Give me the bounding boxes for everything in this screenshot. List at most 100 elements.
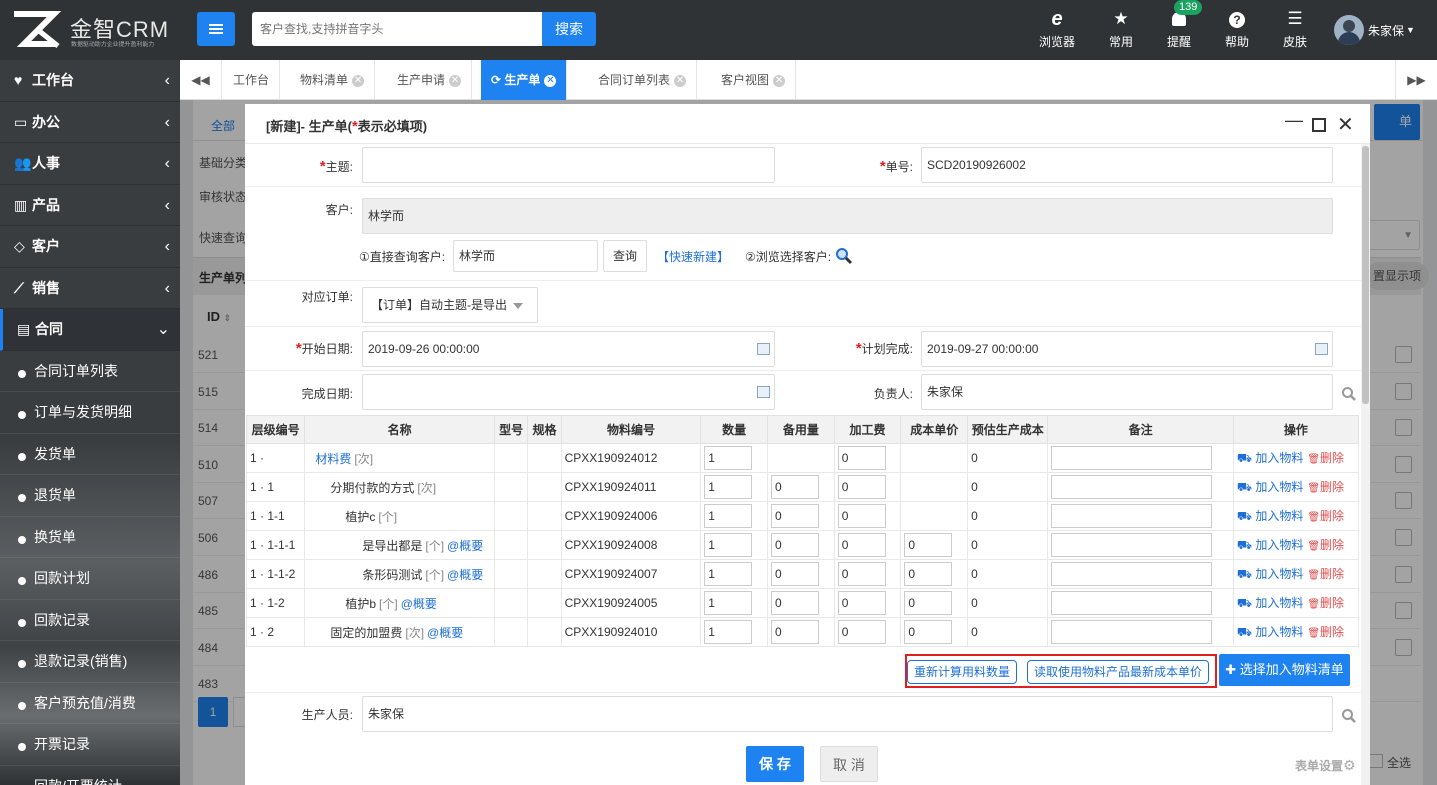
qty-input[interactable]: 1 [704, 475, 753, 499]
recalculate-button[interactable]: 重新计算用料数量 [907, 660, 1018, 684]
spare-input[interactable]: 0 [770, 620, 819, 644]
save-button[interactable]: 保 存 [746, 746, 804, 782]
cost-input[interactable]: 0 [904, 533, 953, 557]
add-material-link[interactable]: ⛟ 加入物料 [1237, 625, 1303, 639]
direct-query-input[interactable]: 林学而 [453, 240, 598, 272]
query-button[interactable]: 查询 [603, 240, 648, 272]
tool-skin[interactable]: ☰ 皮肤 [1270, 8, 1320, 52]
menu-toggle-button[interactable] [197, 12, 235, 46]
summary-link[interactable]: @概要 [447, 568, 483, 582]
summary-link[interactable]: @概要 [447, 539, 483, 553]
search-icon[interactable] [1341, 708, 1357, 724]
spare-input[interactable]: 0 [770, 504, 819, 528]
customer-input[interactable]: 林学而 [362, 198, 1333, 234]
fee-input[interactable]: 0 [837, 504, 886, 528]
sidebar-subitem[interactable]: 客户预充值/消费 [0, 683, 180, 724]
producer-input[interactable]: 朱家保 [362, 696, 1333, 732]
delete-link[interactable]: 🗑删除 [1307, 538, 1344, 552]
search-icon[interactable] [835, 247, 853, 265]
plan-finish-input[interactable]: 2019-09-27 00:00:00 [921, 331, 1333, 367]
calendar-icon[interactable] [1315, 343, 1328, 355]
owner-input[interactable]: 朱家保 [921, 374, 1333, 410]
cancel-button[interactable]: 取 消 [820, 746, 878, 782]
qty-input[interactable]: 1 [704, 562, 753, 586]
sidebar-subitem[interactable]: 退货单 [0, 475, 180, 517]
remark-input[interactable] [1051, 475, 1213, 499]
qty-input[interactable]: 1 [704, 446, 753, 470]
tab-2[interactable]: 物料清单 ✕ [290, 60, 376, 100]
close-icon[interactable]: ✕ [449, 74, 462, 87]
close-icon[interactable]: ✕ [352, 74, 365, 87]
spare-input[interactable]: 0 [770, 591, 819, 615]
remark-input[interactable] [1051, 533, 1213, 557]
sidebar-subitem[interactable]: 回款记录 [0, 600, 180, 641]
start-date-input[interactable]: 2019-09-26 00:00:00 [362, 331, 775, 367]
delete-link[interactable]: 🗑删除 [1307, 451, 1344, 465]
customer-search-input[interactable] [252, 12, 542, 46]
sidebar-item-1[interactable]: ♥ 工作台 ‹ [0, 60, 180, 102]
tab-4[interactable]: ⟳ 生产单 ✕ [481, 60, 568, 100]
search-button[interactable]: 搜索 [542, 12, 596, 46]
cost-input[interactable]: 0 [904, 562, 953, 586]
add-material-link[interactable]: ⛟ 加入物料 [1237, 567, 1303, 581]
sidebar-subitem[interactable]: 订单与发货明细 [0, 392, 180, 434]
select-bom-button[interactable]: ✚ 选择加入物料清单 [1219, 654, 1350, 686]
sidebar-item-3[interactable]: 👥人事 ‹ [0, 143, 180, 185]
qty-input[interactable]: 1 [704, 533, 753, 557]
read-cost-button[interactable]: 读取使用物料产品最新成本单价 [1027, 660, 1210, 684]
add-material-link[interactable]: ⛟ 加入物料 [1237, 509, 1303, 523]
sidebar-subitem[interactable]: 回款/开票统计 [0, 766, 180, 785]
sidebar-item-4[interactable]: ▥ 产品 ‹ [0, 185, 180, 226]
spare-input[interactable]: 0 [770, 475, 819, 499]
tab-scroll-right-icon[interactable]: ▶▶ [1395, 60, 1437, 100]
calendar-icon[interactable] [757, 386, 770, 398]
sidebar-subitem[interactable]: 换货单 [0, 517, 180, 558]
remark-input[interactable] [1051, 620, 1213, 644]
product-name[interactable]: 材料费 [315, 452, 351, 466]
tab-1[interactable]: 工作台 [223, 60, 281, 100]
remark-input[interactable] [1051, 562, 1213, 586]
sidebar-subitem[interactable]: 退款记录(销售) [0, 641, 180, 683]
cost-input[interactable]: 0 [904, 620, 953, 644]
remark-input[interactable] [1051, 591, 1213, 615]
fee-input[interactable]: 0 [837, 475, 886, 499]
add-material-link[interactable]: ⛟ 加入物料 [1237, 538, 1303, 552]
finish-date-input[interactable] [362, 374, 775, 410]
quick-new-link[interactable]: 【快速新建】 [657, 248, 729, 265]
spare-input[interactable]: 0 [770, 562, 819, 586]
calendar-icon[interactable] [757, 343, 770, 355]
fee-input[interactable]: 0 [837, 533, 886, 557]
sidebar-subitem[interactable]: 发货单 [0, 434, 180, 475]
qty-input[interactable]: 1 [704, 504, 753, 528]
fee-input[interactable]: 0 [837, 620, 886, 644]
maximize-icon[interactable] [1312, 118, 1326, 132]
dialog-scrollbar[interactable] [1361, 144, 1370, 785]
sidebar-subitem[interactable]: 合同订单列表 [0, 351, 180, 392]
fee-input[interactable]: 0 [837, 591, 886, 615]
number-input[interactable]: SCD20190926002 [921, 147, 1333, 183]
close-icon[interactable]: ✕ [674, 74, 687, 87]
sidebar-subitem[interactable]: 回款计划 [0, 558, 180, 600]
user-menu[interactable]: 朱家保 ▼ [1334, 14, 1415, 46]
delete-link[interactable]: 🗑删除 [1307, 567, 1344, 581]
app-logo[interactable]: 金智CRM 数据驱动助力企业提升盈利能力 [10, 8, 180, 52]
summary-link[interactable]: @概要 [427, 626, 463, 640]
tab-6[interactable]: 客户视图 ✕ [711, 60, 797, 100]
spare-input[interactable]: 0 [770, 533, 819, 557]
tab-5[interactable]: 合同订单列表 ✕ [588, 60, 698, 100]
remark-input[interactable] [1051, 446, 1213, 470]
fee-input[interactable]: 0 [837, 562, 886, 586]
tab-3[interactable]: 生产申请 ✕ [387, 60, 473, 100]
sidebar-item-2[interactable]: ▭ 办公 ‹ [0, 102, 180, 143]
add-material-link[interactable]: ⛟ 加入物料 [1237, 480, 1303, 494]
summary-link[interactable]: @概要 [401, 597, 437, 611]
tool-ie[interactable]: e 浏览器 [1032, 8, 1082, 52]
add-material-link[interactable]: ⛟ 加入物料 [1237, 596, 1303, 610]
add-material-link[interactable]: ⛟ 加入物料 [1237, 451, 1303, 465]
close-icon[interactable]: ✕ [544, 74, 557, 87]
order-select[interactable]: 【订单】自动主题-是导出 [362, 287, 538, 323]
tool-bell[interactable]: 提醒 139 [1154, 0, 1204, 52]
tool-help[interactable]: ? 帮助 [1212, 8, 1262, 52]
close-icon[interactable]: ✕ [1337, 112, 1354, 137]
sidebar-item-5[interactable]: ◇ 客户 ‹ [0, 226, 180, 268]
